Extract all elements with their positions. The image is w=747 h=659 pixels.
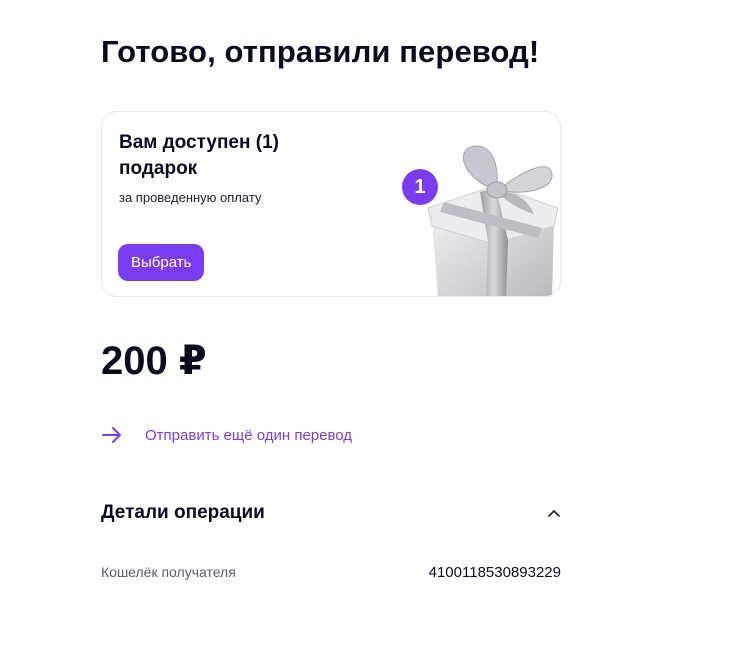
chevron-up-icon[interactable] xyxy=(547,506,561,520)
page: Готово, отправили перевод! Вам доступен … xyxy=(0,0,747,659)
gift-box-icon xyxy=(427,145,559,296)
gift-card-title: Вам доступен (1) подарок xyxy=(119,132,279,179)
gift-count-badge: 1 xyxy=(402,169,438,205)
details-toggle[interactable]: Детали операции xyxy=(101,499,561,529)
page-title: Готово, отправили перевод! xyxy=(101,34,540,69)
detail-value: 4100118530893229 xyxy=(428,564,561,581)
send-again-label: Отправить ещё один перевод xyxy=(145,426,353,444)
details-title: Детали операции xyxy=(101,502,265,523)
send-again-link[interactable]: Отправить ещё один перевод xyxy=(101,424,352,446)
gift-card-subtitle: за проведенную оплату xyxy=(119,190,262,205)
detail-row-wallet: Кошелёк получателя 4100118530893229 xyxy=(101,564,561,584)
detail-label: Кошелёк получателя xyxy=(101,564,236,580)
arrow-right-icon xyxy=(102,427,121,443)
transfer-amount: 200 ₽ xyxy=(101,339,207,383)
choose-gift-button[interactable]: Выбрать xyxy=(118,244,205,281)
gift-card: Вам доступен (1) подарок за проведенную … xyxy=(101,111,561,297)
